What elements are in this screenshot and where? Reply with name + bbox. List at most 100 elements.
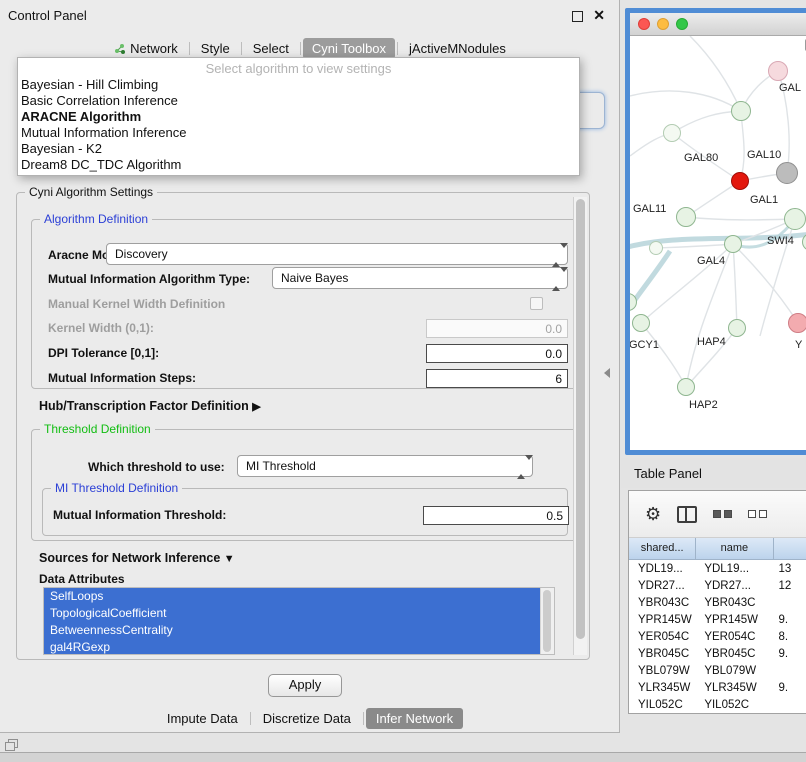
cell: YER054C: [696, 631, 773, 643]
list-item[interactable]: gal4RGexp: [44, 639, 541, 655]
algorithm-definition-group: Algorithm Definition Aracne Mode: Discov…: [31, 219, 577, 389]
mi-threshold-label: Mutual Information Threshold:: [53, 508, 226, 522]
close-icon[interactable]: ✕: [593, 7, 605, 24]
manual-kernel-checkbox[interactable]: [530, 297, 543, 310]
list-item[interactable]: BetweennessCentrality: [44, 622, 541, 639]
list-scrollbar[interactable]: [540, 588, 554, 654]
network-node[interactable]: [663, 124, 681, 142]
restore-panel-icon[interactable]: [5, 739, 17, 750]
node-label: Y: [795, 339, 802, 351]
column-header[interactable]: shared...: [629, 538, 696, 560]
network-node[interactable]: [776, 162, 798, 184]
sources-label: Sources for Network Inference: [39, 551, 220, 565]
select-all-rows-icon[interactable]: [713, 510, 732, 518]
column-header[interactable]: [774, 538, 806, 560]
group-title: Threshold Definition: [40, 422, 155, 436]
dropdown-item[interactable]: Bayesian - K2: [18, 141, 579, 157]
node-label: GAL4: [697, 255, 725, 267]
network-node[interactable]: [677, 378, 695, 396]
aracne-mode-combobox[interactable]: Discovery: [106, 243, 568, 265]
tab-separator: [189, 42, 190, 55]
float-window-icon[interactable]: [572, 11, 583, 22]
table-row[interactable]: YBR045C YBR045C 9.: [629, 645, 806, 662]
network-node[interactable]: [676, 207, 696, 227]
list-item[interactable]: TopologicalCoefficient: [44, 605, 541, 622]
scrollbar-thumb[interactable]: [576, 199, 585, 639]
table-row[interactable]: YPR145W YPR145W 9.: [629, 611, 806, 628]
network-node[interactable]: [731, 172, 749, 190]
table-row[interactable]: YIL052C YIL052C: [629, 696, 806, 713]
mi-type-combobox[interactable]: Naive Bayes: [272, 267, 568, 289]
minimize-traffic-light[interactable]: [657, 18, 669, 30]
which-threshold-combobox[interactable]: MI Threshold: [237, 455, 533, 477]
table-row[interactable]: YLR345W YLR345W 9.: [629, 679, 806, 696]
dropdown-item[interactable]: Bayesian - Hill Climbing: [18, 77, 579, 93]
table-row[interactable]: YER054C YER054C 8.: [629, 628, 806, 645]
mi-threshold-group: MI Threshold Definition Mutual Informati…: [42, 488, 568, 536]
dropdown-item[interactable]: Basic Correlation Inference: [18, 93, 579, 109]
stepper-icon: [552, 248, 562, 262]
tab-network[interactable]: Network: [105, 38, 187, 59]
network-window-titlebar[interactable]: [630, 13, 806, 36]
network-node[interactable]: [784, 208, 806, 230]
table-panel-header: Table Panel: [621, 458, 806, 488]
bottom-tabbar: Impute Data Discretize Data Infer Networ…: [0, 706, 620, 730]
column-header[interactable]: name: [696, 538, 773, 560]
dropdown-item[interactable]: Mutual Information Inference: [18, 125, 579, 141]
network-canvas[interactable]: GAL GAL80 GAL10 GAL11 GAL1 SWI4 GAL4 GCY…: [630, 36, 806, 450]
tab-label: Network: [130, 41, 178, 56]
tab-jactivemodules[interactable]: jActiveMNodules: [400, 38, 515, 59]
hub-factor-label: Hub/Transcription Factor Definition: [39, 399, 249, 413]
checked-box-icon: [713, 510, 721, 518]
network-node[interactable]: [731, 101, 751, 121]
apply-button[interactable]: Apply: [268, 674, 342, 697]
tab-impute-data[interactable]: Impute Data: [157, 708, 248, 729]
network-view-window[interactable]: GAL GAL80 GAL10 GAL11 GAL1 SWI4 GAL4 GCY…: [625, 8, 806, 455]
dropdown-item-selected[interactable]: ARACNE Algorithm: [18, 109, 579, 125]
tab-infer-network[interactable]: Infer Network: [366, 708, 463, 729]
which-threshold-label: Which threshold to use:: [88, 460, 225, 474]
table-toolbar: ⚙: [629, 491, 806, 538]
network-node[interactable]: [788, 313, 806, 333]
mi-steps-field[interactable]: [426, 369, 568, 388]
tab-separator: [397, 42, 398, 55]
list-item[interactable]: SelfLoops: [44, 588, 541, 605]
network-node[interactable]: [632, 314, 650, 332]
mi-type-label: Mutual Information Algorithm Type:: [48, 272, 250, 286]
dpi-tolerance-field[interactable]: [426, 344, 568, 363]
network-node[interactable]: [724, 235, 742, 253]
network-node[interactable]: [649, 241, 663, 255]
network-node[interactable]: [768, 61, 788, 81]
settings-scrollbar[interactable]: [573, 197, 587, 655]
mi-steps-label: Mutual Information Steps:: [48, 371, 196, 385]
kernel-width-field[interactable]: [426, 319, 568, 338]
node-label: HAP2: [689, 399, 718, 411]
gear-icon[interactable]: ⚙: [645, 505, 661, 523]
close-traffic-light[interactable]: [638, 18, 650, 30]
tab-discretize-data[interactable]: Discretize Data: [253, 708, 361, 729]
sources-section-toggle[interactable]: Sources for Network Inference ▼: [39, 551, 235, 565]
node-label: GAL: [779, 82, 801, 94]
tab-select[interactable]: Select: [244, 38, 298, 59]
tab-label: Select: [253, 41, 289, 56]
zoom-traffic-light[interactable]: [676, 18, 688, 30]
column-selector-icon[interactable]: [677, 506, 697, 523]
cell: YDL19...: [629, 563, 696, 575]
collapse-down-icon: ▼: [224, 553, 235, 565]
hub-factor-section-toggle[interactable]: Hub/Transcription Factor Definition ▶: [39, 399, 261, 413]
splitter-collapse-icon[interactable]: [604, 368, 610, 378]
dropdown-item[interactable]: Dream8 DC_TDC Algorithm: [18, 157, 579, 173]
tab-cyni-toolbox[interactable]: Cyni Toolbox: [303, 38, 395, 59]
table-row[interactable]: YDL19... YDL19... 13: [629, 560, 806, 577]
cell: YBR043C: [629, 597, 696, 609]
deselect-all-rows-icon[interactable]: [748, 510, 767, 518]
tab-style[interactable]: Style: [192, 38, 239, 59]
table-row[interactable]: YBL079W YBL079W: [629, 662, 806, 679]
table-row[interactable]: YBR043C YBR043C: [629, 594, 806, 611]
scrollbar-thumb[interactable]: [543, 590, 551, 652]
kernel-width-label: Kernel Width (0,1):: [48, 321, 154, 335]
group-title: Cyni Algorithm Settings: [25, 185, 157, 199]
table-row[interactable]: YDR27... YDR27... 12: [629, 577, 806, 594]
network-node[interactable]: [728, 319, 746, 337]
mi-threshold-field[interactable]: [423, 506, 569, 525]
